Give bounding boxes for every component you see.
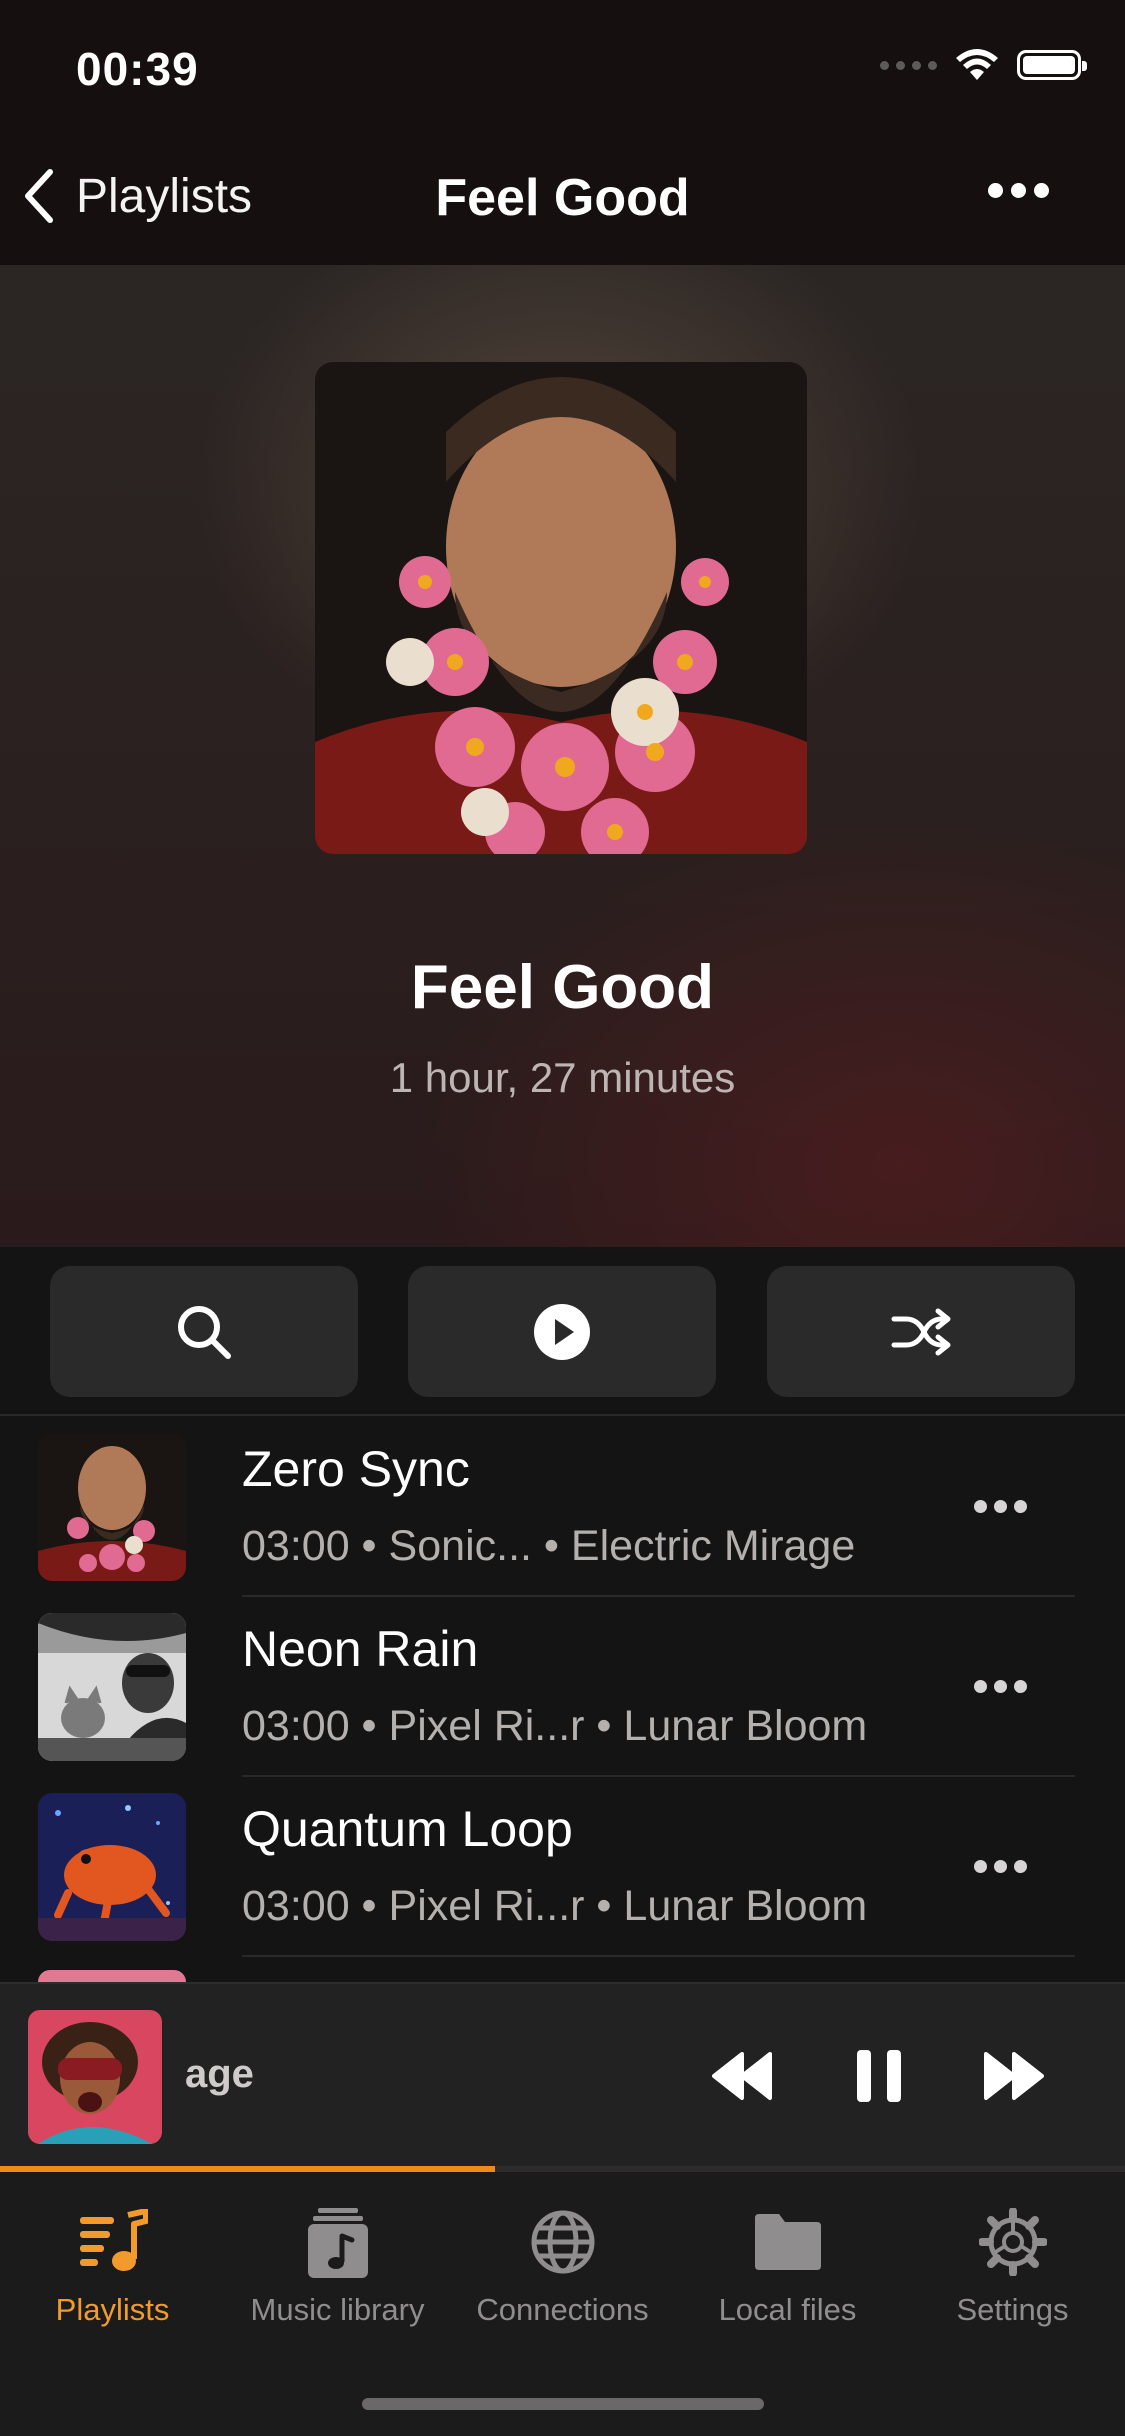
tab-settings[interactable]: Settings [900,2192,1125,2328]
playlists-icon [79,2209,148,2271]
tab-connections[interactable]: Connections [450,2192,675,2328]
gear-icon [978,2208,1047,2276]
rewind-button[interactable] [712,2050,772,2107]
track-meta: 03:00 • Pixel Ri...r • Lunar Bloom [242,1702,868,1750]
list-divider [0,1414,1125,1416]
track-row[interactable]: Quantum Loop 03:00 • Pixel Ri...r • Luna… [0,1778,1125,1956]
music-library-icon [307,2208,368,2278]
home-indicator[interactable] [362,2398,764,2410]
track-artwork [38,1613,186,1761]
track-row[interactable]: Neon Rain 03:00 • Pixel Ri...r • Lunar B… [0,1598,1125,1776]
row-divider [242,1595,1075,1597]
nav-title: Feel Good [435,169,690,227]
track-artwork [38,1793,186,1941]
playlist-title: Feel Good [410,953,715,1022]
track-title: Quantum Loop [242,1801,573,1857]
now-playing-title: age [185,2052,254,2096]
wifi-icon [956,49,998,80]
row-divider [242,1775,1075,1777]
search-button[interactable] [50,1266,358,1397]
shuffle-button[interactable] [767,1266,1075,1397]
play-button[interactable] [408,1266,716,1397]
tab-playlists[interactable]: Playlists [0,2192,225,2328]
tab-label: Connections [476,2292,649,2327]
folder-icon [754,2214,821,2270]
tab-label: Settings [956,2292,1069,2327]
track-meta: 03:00 • Pixel Ri...r • Lunar Bloom [242,1882,868,1930]
track-more-icon[interactable] [974,1860,1027,1873]
now-playing-artwork[interactable] [28,2010,162,2144]
play-icon [534,1303,590,1360]
status-time: 00:39 [76,43,199,95]
track-row[interactable]: Zero Sync 03:00 • Sonic... • Electric Mi… [0,1418,1125,1596]
track-title: Neon Rain [242,1621,479,1677]
tab-label: Playlists [55,2292,170,2327]
playlist-duration: 1 hour, 27 minutes [389,1054,736,1101]
track-title: Zero Sync [242,1441,470,1497]
track-more-icon[interactable] [974,1500,1027,1513]
track-meta: 03:00 • Sonic... • Electric Mirage [242,1522,856,1570]
fast-forward-button[interactable] [984,2050,1044,2107]
pause-button[interactable] [855,2048,903,2109]
search-icon [178,1305,231,1359]
track-artwork [38,1433,186,1581]
shuffle-icon [891,1308,951,1355]
pause-icon [857,2050,901,2102]
row-divider [242,1955,1075,1957]
track-more-icon[interactable] [974,1680,1027,1693]
more-options-icon[interactable] [988,183,1049,198]
globe-icon [531,2210,594,2274]
mini-player[interactable] [0,1982,1125,2174]
next-track-artwork-partial [38,1970,186,1982]
status-indicators [880,48,1087,82]
tab-label: Local files [718,2292,857,2327]
battery-icon [1017,50,1087,80]
rewind-icon [712,2052,772,2100]
cellular-signal-icon [880,60,937,70]
playlist-cover-art [315,362,807,854]
tab-music-library[interactable]: Music library [225,2192,450,2328]
tab-label: Music library [250,2292,425,2327]
tab-local-files[interactable]: Local files [675,2192,900,2328]
fast-forward-icon [984,2052,1044,2100]
